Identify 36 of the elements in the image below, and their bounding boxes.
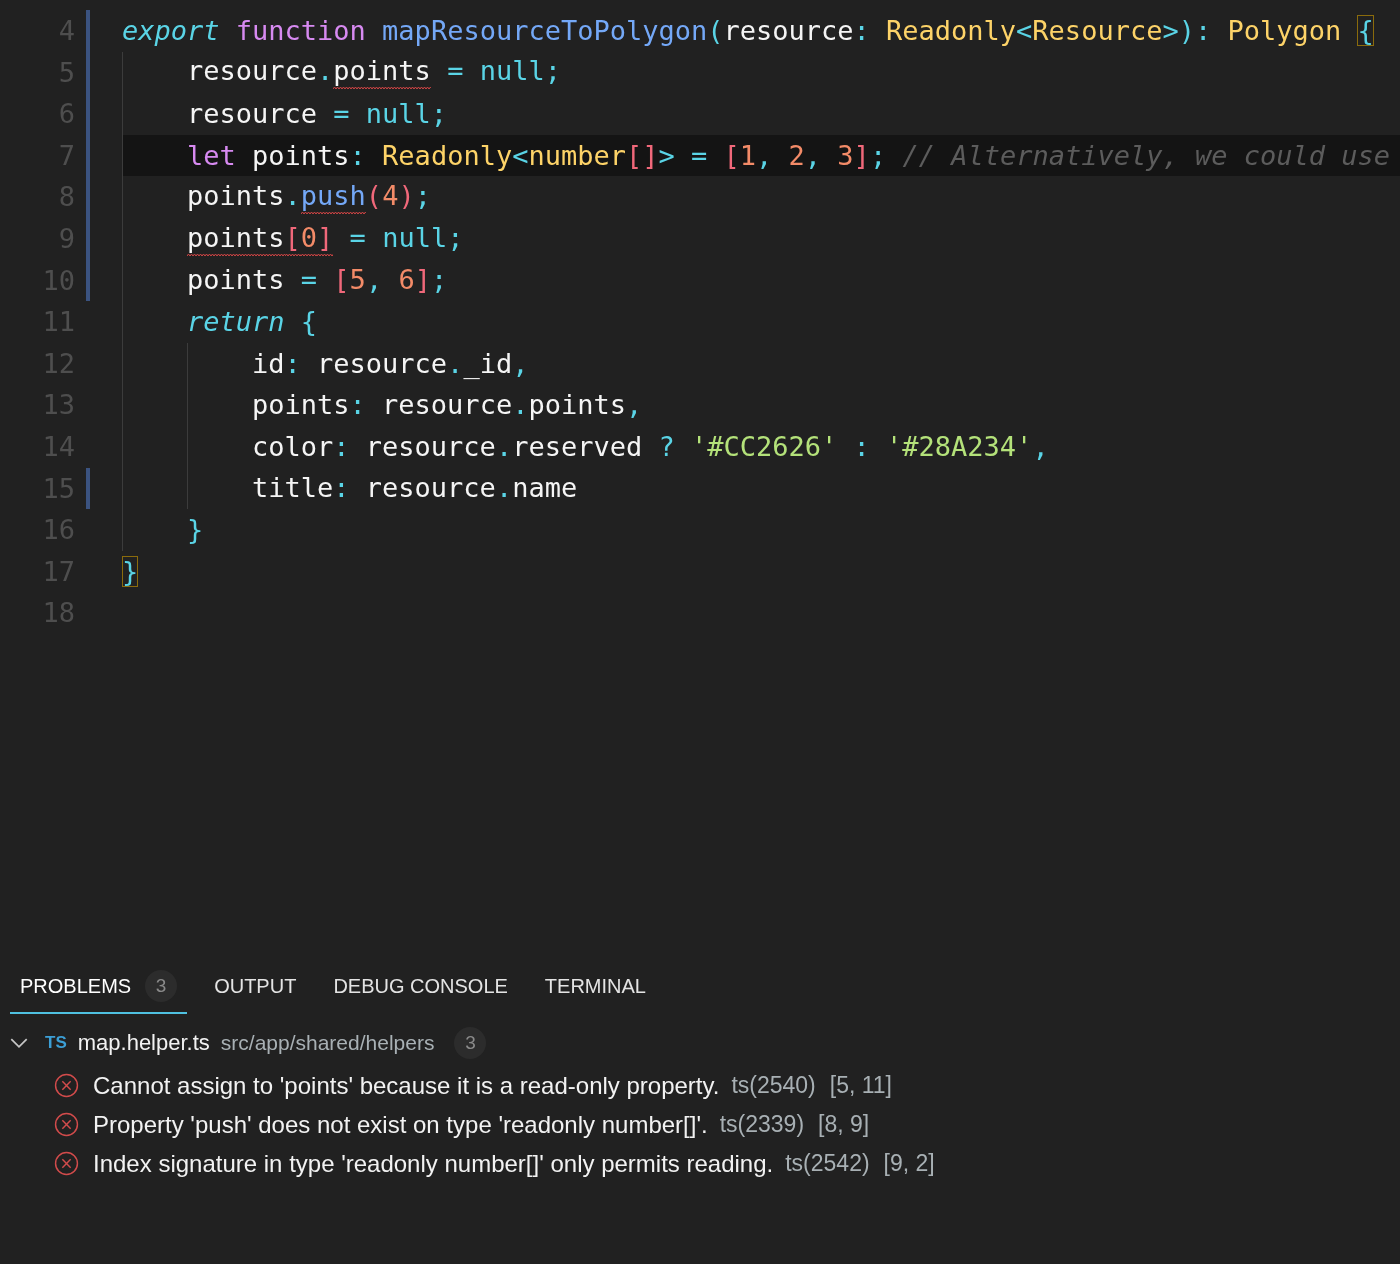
code-line: points.push(4); (187, 179, 431, 216)
error-code: ts(2542) (785, 1150, 870, 1177)
code-line: points = [5, 6]; (187, 263, 448, 298)
code-line: } (122, 554, 139, 589)
code-line: title: resource.name (252, 471, 578, 506)
error-position: [5, 11] (829, 1072, 892, 1099)
problem-message[interactable]: Property 'push' does not exist on type 'readonly number[]'. (93, 1110, 708, 1139)
code-line: id: resource._id, (252, 346, 529, 381)
panel-tab[interactable]: OUTPUT (204, 960, 307, 1014)
error-icon (54, 1151, 79, 1176)
file-path: src/app/shared/helpers (220, 1031, 435, 1055)
file-type-label: TS (45, 1033, 67, 1053)
error-icon (54, 1073, 79, 1098)
problem-message[interactable]: Cannot assign to 'points' because it is a read-only property. (93, 1071, 720, 1100)
error-code: ts(2339) (719, 1111, 805, 1138)
code-line: return { (187, 304, 318, 339)
error-code: ts(2540) (731, 1072, 816, 1099)
code-line: resource = null; (187, 97, 448, 131)
error-icon (54, 1112, 79, 1137)
code-line: points: resource.points, (252, 388, 643, 423)
error-position: [9, 2] (883, 1150, 935, 1177)
count-badge: 3 (145, 970, 178, 1002)
code-line: color: resource.reserved ? '#CC2626' : '#28A234', (252, 429, 1049, 464)
problem-message[interactable]: Index signature in type 'readonly number[]' only permits reading. (93, 1149, 774, 1178)
panel-tab[interactable]: PROBLEMS 3 (10, 960, 188, 1014)
panel-tab[interactable]: DEBUG CONSOLE (323, 960, 518, 1014)
code-line: resource.points = null; (187, 54, 561, 91)
error-position: [8, 9] (818, 1111, 870, 1138)
count-badge: 3 (454, 1027, 487, 1059)
code-line: let points: Readonly<number[]> = [1, 2, 3]; // Alternatively, we could use (187, 138, 1391, 173)
panel-tab[interactable]: TERMINAL (534, 960, 656, 1014)
code-line: export function mapResourceToPolygon(resource: Readonly<Resource>): Polygon { (122, 13, 1374, 48)
file-name[interactable]: map.helper.ts (77, 1030, 210, 1056)
code-line: points[0] = null; (187, 220, 464, 257)
chevron-icon[interactable] (10, 1037, 28, 1049)
code-line: } (187, 512, 204, 547)
